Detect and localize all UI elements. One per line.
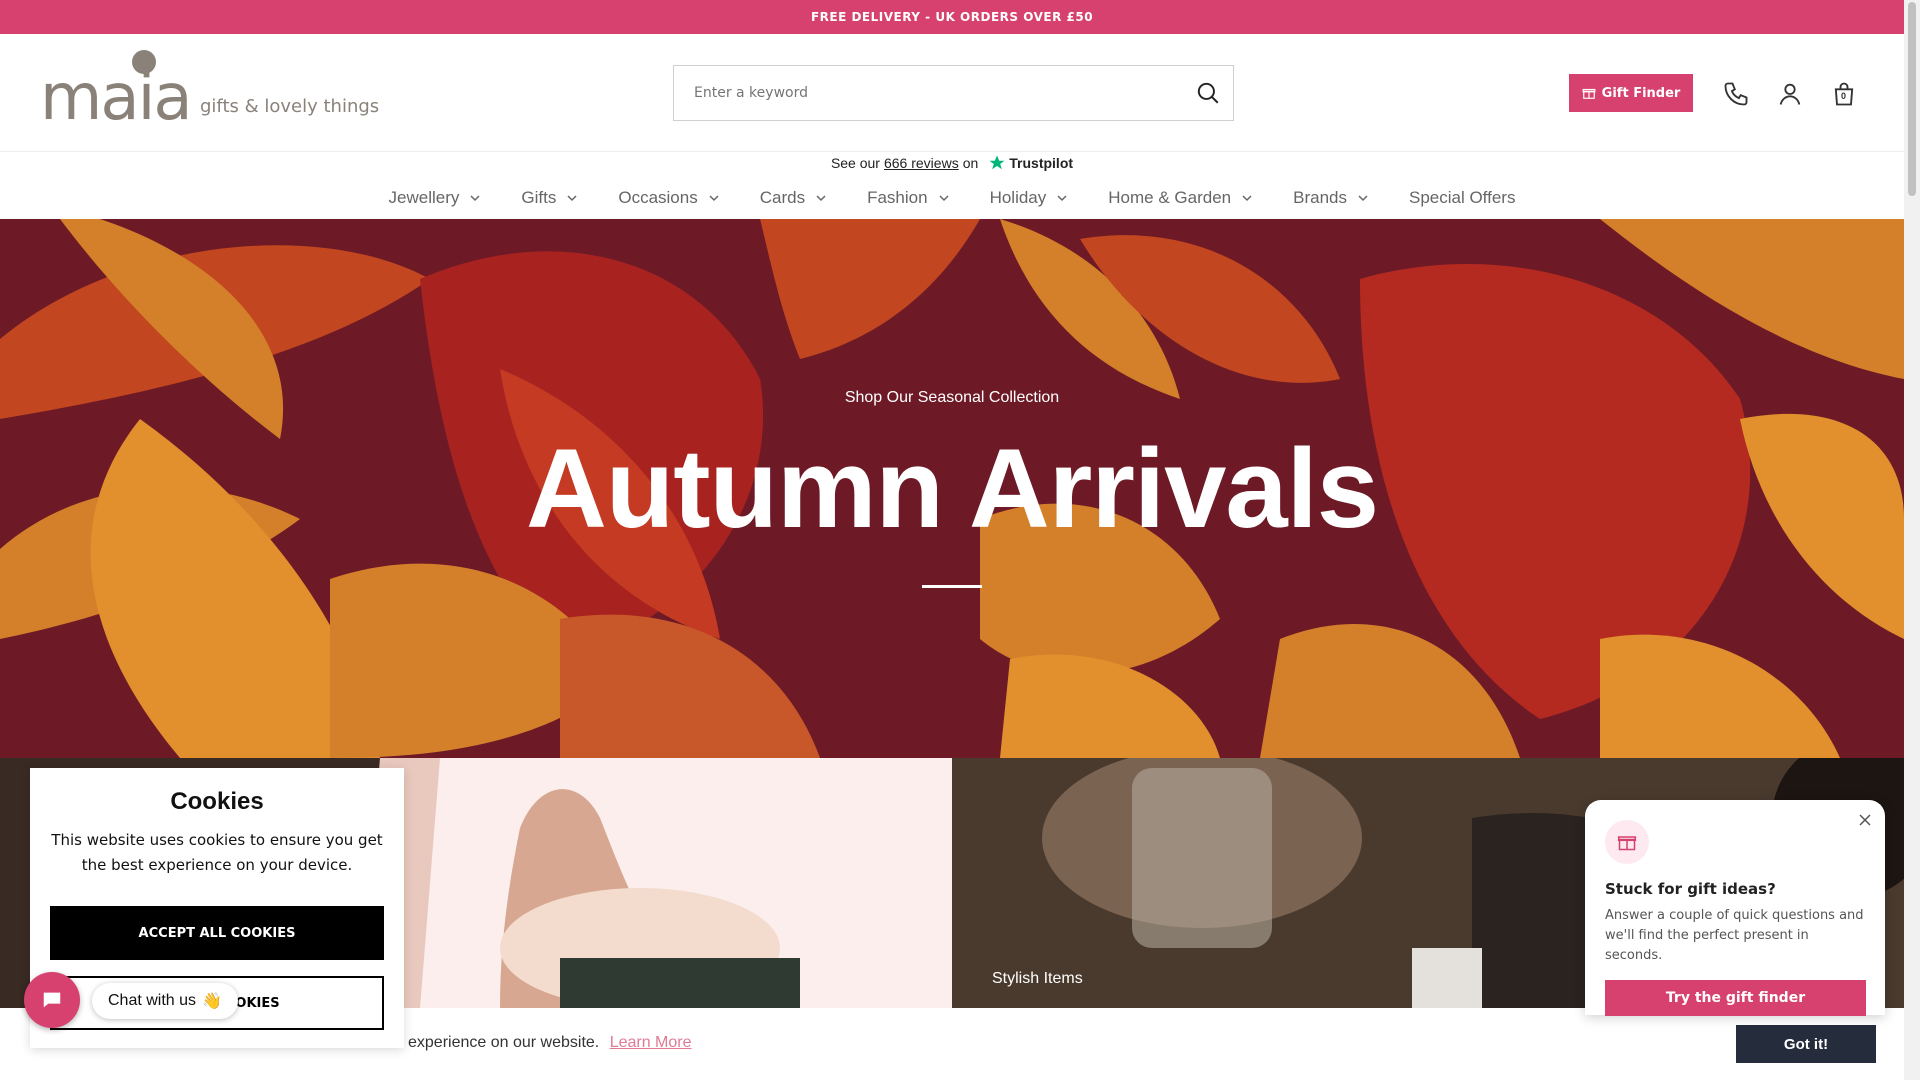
chat-label-text: Chat with us: [108, 992, 197, 1009]
main-nav: Jewellery Gifts Occasions Cards Fashion Holid…: [0, 178, 1904, 218]
logo-tagline: gifts & lovely things: [200, 96, 380, 117]
cart-count: 0: [1841, 91, 1847, 101]
nav-item-label: Cards: [759, 188, 806, 207]
nav-item-label: Jewellery: [388, 188, 460, 207]
trustpilot-suffix: on: [962, 155, 979, 171]
gift-popup-body: Answer a couple of quick questions and w…: [1605, 908, 1864, 963]
close-icon[interactable]: [1857, 812, 1873, 828]
nav-item[interactable]: Occasions: [598, 178, 739, 218]
cookie-panel-title: Cookies: [170, 788, 264, 815]
cookie-panel-body: This website uses cookies to ensure you …: [51, 831, 383, 874]
site-logo[interactable]: maia gifts & lovely things: [40, 48, 380, 135]
gift-finder-label: Gift Finder: [1601, 85, 1681, 101]
page-scrollbar[interactable]: [1904, 0, 1920, 1080]
nav-item[interactable]: Home & Garden: [1088, 178, 1273, 218]
nav-item-label: Gifts: [521, 188, 557, 207]
hero-divider: [922, 585, 982, 588]
nav-item-label: Special Offers: [1408, 188, 1516, 207]
hero-banner[interactable]: Shop Our Seasonal Collection Autumn Arri…: [0, 219, 1904, 758]
announcement-bar: FREE DELIVERY - UK ORDERS OVER £50: [0, 0, 1904, 34]
trustpilot-line: See our 666 reviews on Trustpilot: [0, 152, 1904, 174]
chat-icon: [43, 992, 61, 1008]
got-it-button[interactable]: Got it!: [1736, 1025, 1876, 1063]
logo-dot: [132, 50, 156, 74]
nav-item[interactable]: Brands: [1273, 178, 1389, 218]
cookie-bar-text: experience on our website.: [408, 1034, 600, 1051]
scrollbar-thumb[interactable]: [1908, 2, 1916, 196]
trustpilot-logo[interactable]: Trustpilot: [988, 154, 1073, 172]
nav-item-label: Occasions: [618, 188, 698, 207]
chevron-down-icon: [1057, 195, 1067, 202]
hero-subtitle: Shop Our Seasonal Collection: [844, 389, 1060, 406]
search-box: [673, 65, 1234, 121]
nav-item[interactable]: Fashion: [847, 178, 969, 218]
cart-button[interactable]: 0: [1830, 80, 1858, 108]
chevron-down-icon: [1358, 195, 1368, 202]
gift-popup-icon: [1605, 820, 1649, 864]
nav-item-label: Fashion: [867, 188, 928, 207]
trustpilot-brand: Trustpilot: [1009, 155, 1074, 171]
phone-icon[interactable]: [1722, 80, 1750, 108]
search-icon[interactable]: [1195, 80, 1221, 106]
hero-title: Autumn Arrivals: [525, 426, 1379, 551]
chevron-down-icon: [1242, 195, 1252, 202]
nav-item[interactable]: Gifts: [501, 178, 598, 218]
nav-item[interactable]: Jewellery: [369, 178, 502, 218]
nav-item[interactable]: Holiday: [970, 178, 1089, 218]
gift-finder-popup: Stuck for gift ideas? Answer a couple of…: [1585, 800, 1885, 1016]
announcement-text: FREE DELIVERY - UK ORDERS OVER £50: [810, 10, 1094, 24]
nav-item[interactable]: Special Offers: [1389, 178, 1535, 218]
cookie-bar-message: experience on our website. Learn More: [408, 1034, 692, 1052]
chevron-down-icon: [939, 195, 949, 202]
chevron-down-icon: [567, 195, 577, 202]
nav-item-label: Home & Garden: [1108, 188, 1232, 207]
gift-icon: [1617, 836, 1637, 851]
nav-item[interactable]: Cards: [740, 178, 847, 218]
trustpilot-prefix: See our: [830, 155, 880, 171]
learn-more-link[interactable]: Learn More: [610, 1034, 692, 1051]
tile-right-caption: Stylish Items: [992, 970, 1083, 987]
chevron-down-icon: [470, 195, 480, 202]
wave-emoji: 👋: [202, 993, 222, 1010]
gift-icon: [1582, 88, 1596, 99]
site-header: maia gifts & lovely things Gift Finder 0…: [0, 34, 1904, 171]
gift-finder-button[interactable]: Gift Finder: [1569, 74, 1693, 112]
trustpilot-reviews-link[interactable]: 666 reviews: [884, 155, 959, 171]
search-input[interactable]: [674, 66, 1154, 120]
account-icon[interactable]: [1776, 80, 1804, 108]
star-icon: [989, 155, 1005, 170]
logo-wordmark: maia: [40, 61, 193, 135]
accept-all-cookies-button[interactable]: ACCEPT ALL COOKIES: [50, 906, 384, 960]
chevron-down-icon: [709, 195, 719, 202]
nav-item-label: Holiday: [989, 188, 1047, 207]
gift-popup-title: Stuck for gift ideas?: [1605, 880, 1776, 898]
chat-with-us-label[interactable]: Chat with us 👋: [92, 983, 238, 1019]
chat-launcher[interactable]: [24, 972, 80, 1028]
chevron-down-icon: [816, 195, 826, 202]
nav-item-label: Brands: [1293, 188, 1347, 207]
try-gift-finder-button[interactable]: Try the gift finder: [1605, 980, 1866, 1016]
